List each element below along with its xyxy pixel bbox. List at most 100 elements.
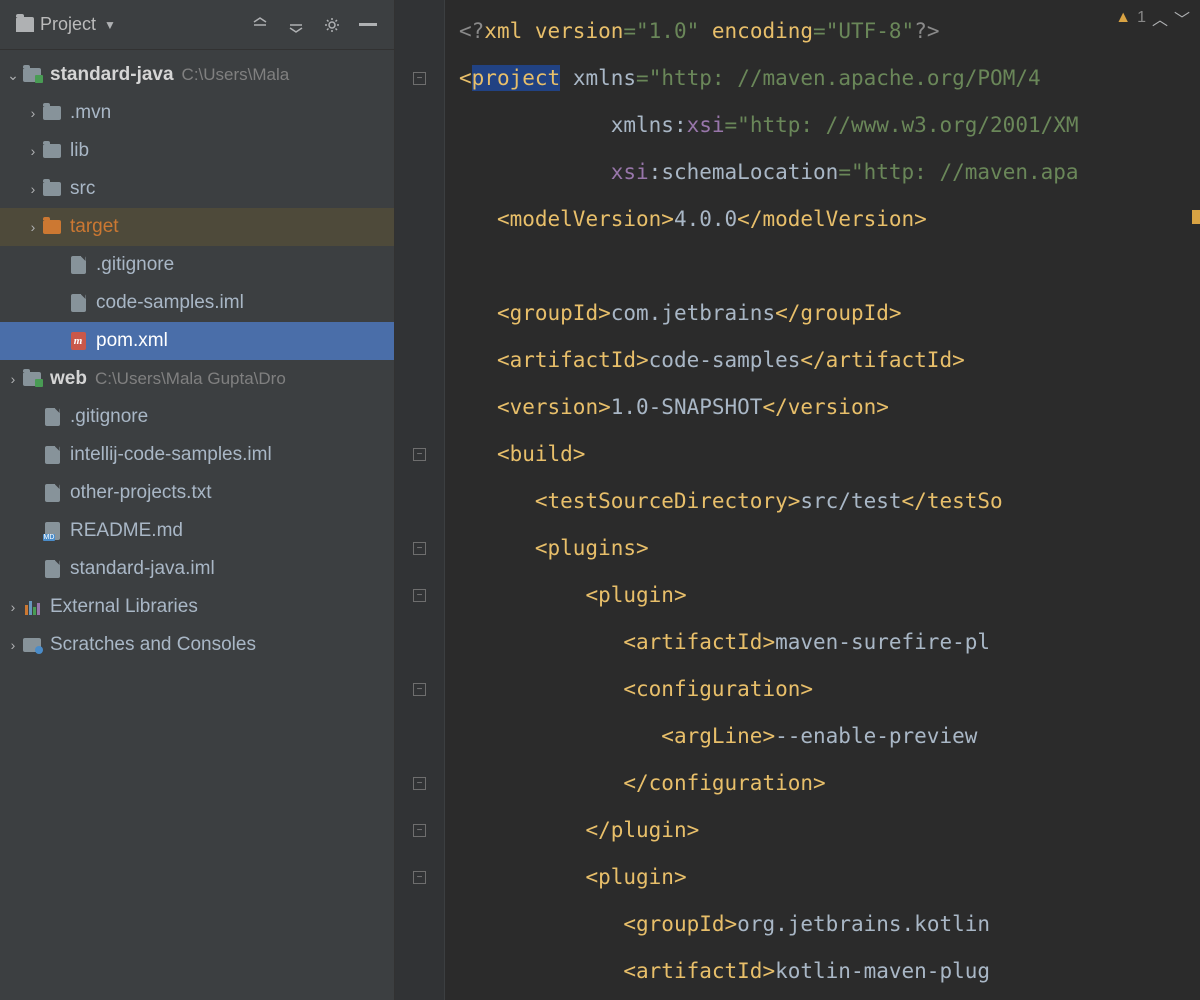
code-line[interactable]: <artifactId>maven-surefire-pl (459, 619, 1200, 666)
tree-item-label: standard-java.iml (70, 558, 215, 580)
tree-item-readme[interactable]: README.md (0, 512, 394, 550)
folder-orange-icon (42, 218, 62, 236)
code-line[interactable]: <artifactId>code-samples</artifactId> (459, 337, 1200, 384)
next-highlight-button[interactable]: ﹀ (1174, 6, 1190, 30)
code-line[interactable]: <build> (459, 431, 1200, 478)
tree-item-label: target (70, 216, 119, 238)
code-line[interactable]: <groupId>com.jetbrains</groupId> (459, 290, 1200, 337)
code-line[interactable]: <modelVersion>4.0.0</modelVersion> (459, 196, 1200, 243)
tree-item-gitignore2[interactable]: .gitignore (0, 398, 394, 436)
fold-toggle[interactable]: − (413, 542, 426, 555)
folder-icon (42, 142, 62, 160)
code-line[interactable]: <testSourceDirectory>src/test</testSo (459, 478, 1200, 525)
file-icon (68, 294, 88, 312)
code-line[interactable] (459, 243, 1200, 290)
code-line[interactable]: xsi:schemaLocation="http: //maven.apa (459, 149, 1200, 196)
code-line[interactable]: <version>1.0-SNAPSHOT</version> (459, 384, 1200, 431)
code-line[interactable]: <plugin> (459, 572, 1200, 619)
tree-item-pom[interactable]: m pom.xml (0, 322, 394, 360)
tree-item-standard-java[interactable]: ⌄ standard-java C:\Users\Mala (0, 56, 394, 94)
chevron-right-icon[interactable]: › (24, 104, 42, 122)
expand-all-button[interactable] (282, 11, 310, 39)
fold-toggle[interactable]: − (413, 871, 426, 884)
code-area[interactable]: <?xml version="1.0" encoding="UTF-8"?><p… (445, 0, 1200, 1000)
tree-item-label: README.md (70, 520, 183, 542)
settings-button[interactable] (318, 11, 346, 39)
folder-icon (42, 104, 62, 122)
code-line[interactable]: </configuration> (459, 760, 1200, 807)
code-line[interactable]: <groupId>org.jetbrains.kotlin (459, 901, 1200, 948)
file-icon (68, 256, 88, 274)
fold-toggle[interactable]: − (413, 589, 426, 602)
file-icon (42, 408, 62, 426)
tree-item-label: Scratches and Consoles (50, 634, 256, 656)
tree-item-standard-java-iml[interactable]: standard-java.iml (0, 550, 394, 588)
fold-toggle[interactable]: − (413, 824, 426, 837)
tree-item-scratches[interactable]: › Scratches and Consoles (0, 626, 394, 664)
module-icon (22, 370, 42, 388)
tree-item-label: code-samples.iml (96, 292, 244, 314)
tree-item-label: lib (70, 140, 89, 162)
warning-icon[interactable]: ▲ (1115, 9, 1131, 27)
tree-item-label: .gitignore (96, 254, 174, 276)
chevron-right-icon[interactable]: › (24, 180, 42, 198)
tree-item-path: C:\Users\Mala Gupta\Dro (95, 369, 286, 389)
tree-item-web[interactable]: › web C:\Users\Mala Gupta\Dro (0, 360, 394, 398)
chevron-right-icon[interactable]: › (4, 598, 22, 616)
tree-item-intellij-iml[interactable]: intellij-code-samples.iml (0, 436, 394, 474)
chevron-down-icon: ▼ (104, 18, 116, 32)
hide-button[interactable] (354, 11, 382, 39)
tree-item-code-samples-iml[interactable]: code-samples.iml (0, 284, 394, 322)
project-view-selector[interactable]: Project ▼ (8, 10, 124, 39)
scrollbar-marker[interactable] (1192, 210, 1200, 224)
warning-count: 1 (1137, 9, 1146, 27)
code-line[interactable]: <plugins> (459, 525, 1200, 572)
chevron-right-icon[interactable]: › (24, 218, 42, 236)
tree-item-label: intellij-code-samples.iml (70, 444, 272, 466)
fold-toggle[interactable]: − (413, 72, 426, 85)
collapse-all-button[interactable] (246, 11, 274, 39)
module-icon (22, 66, 42, 84)
code-editor[interactable]: ▲ 1 ︿ ﹀ − − − − − − − − <?xml version="1.0" enc… (395, 0, 1200, 1000)
chevron-right-icon[interactable]: › (4, 636, 22, 654)
fold-toggle[interactable]: − (413, 683, 426, 696)
chevron-down-icon[interactable]: ⌄ (4, 66, 22, 84)
tree-item-lib[interactable]: › lib (0, 132, 394, 170)
tree-item-other-projects[interactable]: other-projects.txt (0, 474, 394, 512)
chevron-right-icon[interactable]: › (4, 370, 22, 388)
tree-item-label: web (50, 368, 87, 390)
code-line[interactable]: <artifactId>kotlin-maven-plug (459, 948, 1200, 995)
file-icon (42, 484, 62, 502)
tree-item-src[interactable]: › src (0, 170, 394, 208)
code-line[interactable]: <project xmlns="http: //maven.apache.org… (459, 55, 1200, 102)
md-icon (42, 522, 62, 540)
xml-icon: m (68, 332, 88, 350)
editor-status-bar: ▲ 1 ︿ ﹀ (1115, 6, 1190, 30)
chevron-right-icon[interactable]: › (24, 142, 42, 160)
libs-icon (22, 598, 42, 616)
file-icon (42, 560, 62, 578)
code-line[interactable]: <argLine>--enable-preview (459, 713, 1200, 760)
project-icon (16, 17, 34, 32)
tree-item-label: src (70, 178, 95, 200)
tree-item-gitignore1[interactable]: .gitignore (0, 246, 394, 284)
prev-highlight-button[interactable]: ︿ (1152, 6, 1168, 30)
code-line[interactable]: <plugin> (459, 854, 1200, 901)
tree-item-label: other-projects.txt (70, 482, 212, 504)
code-line[interactable]: </plugin> (459, 807, 1200, 854)
fold-toggle[interactable]: − (413, 448, 426, 461)
fold-toggle[interactable]: − (413, 777, 426, 790)
tree-item-ext-lib[interactable]: › External Libraries (0, 588, 394, 626)
code-line[interactable]: xmlns:xsi="http: //www.w3.org/2001/XM (459, 102, 1200, 149)
project-tree[interactable]: ⌄ standard-java C:\Users\Mala › .mvn › lib › src… (0, 50, 394, 1000)
tree-item-target[interactable]: › target (0, 208, 394, 246)
tree-item-label: pom.xml (96, 330, 168, 352)
tree-item-label: .gitignore (70, 406, 148, 428)
tree-item-label: standard-java (50, 64, 174, 86)
tree-item-mvn[interactable]: › .mvn (0, 94, 394, 132)
code-line[interactable]: <configuration> (459, 666, 1200, 713)
tree-item-label: External Libraries (50, 596, 198, 618)
tree-item-label: .mvn (70, 102, 111, 124)
code-line[interactable]: <?xml version="1.0" encoding="UTF-8"?> (459, 8, 1200, 55)
tree-item-path: C:\Users\Mala (182, 65, 290, 85)
